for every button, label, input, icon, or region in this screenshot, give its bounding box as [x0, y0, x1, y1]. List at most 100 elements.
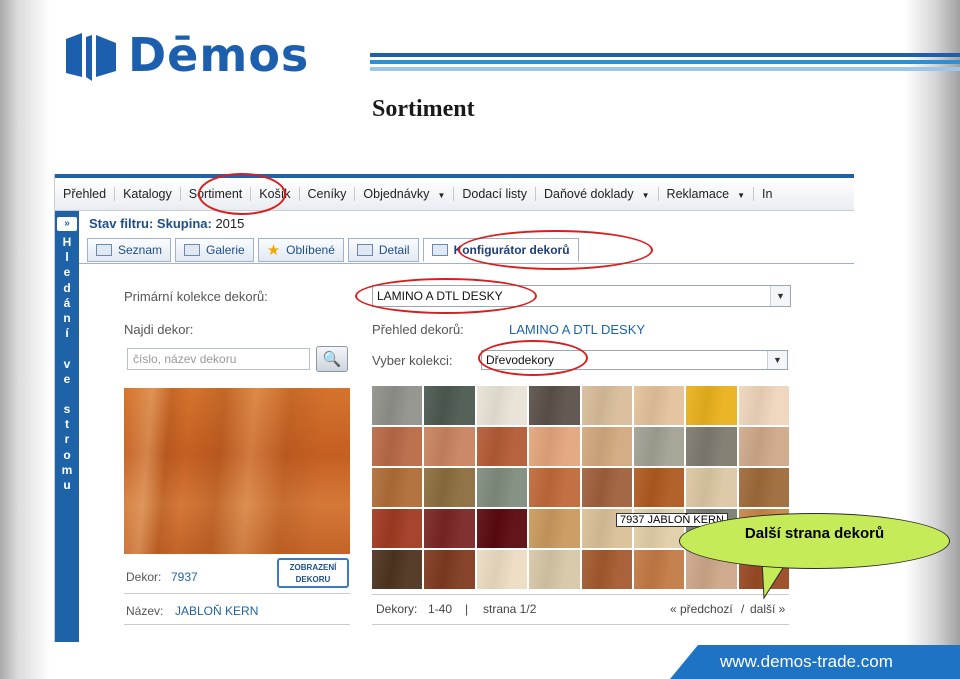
- tab-star[interactable]: ★ Oblíbené: [257, 238, 344, 262]
- decor-swatch[interactable]: [529, 386, 580, 425]
- decor-swatch[interactable]: [529, 468, 580, 507]
- collection-label: Vyber kolekci:: [372, 353, 453, 368]
- sidebar-letter: o: [63, 447, 71, 462]
- decor-swatch[interactable]: [633, 468, 685, 507]
- star-icon: ★: [266, 242, 281, 259]
- sidebar-letter: t: [65, 417, 69, 432]
- decor-swatch[interactable]: [633, 550, 685, 589]
- tab-label: Detail: [378, 243, 410, 257]
- tab-detail[interactable]: Detail: [347, 238, 419, 262]
- decor-swatch[interactable]: [686, 386, 737, 425]
- decor-swatch[interactable]: [424, 468, 475, 507]
- tree-search-sidebar[interactable]: » Hledánívestromu: [55, 211, 79, 642]
- sidebar-letter: H: [62, 235, 72, 249]
- prev-page-link[interactable]: « předchozí: [670, 602, 733, 616]
- slide: Dēmos Sortiment Přehled Katalogy Sortiment…: [0, 0, 960, 679]
- sidebar-letter: á: [63, 295, 71, 310]
- decor-swatch[interactable]: [372, 386, 423, 425]
- pager-separator: |: [465, 602, 469, 616]
- primary-collection-label: Primární kolekce dekorů:: [124, 289, 268, 304]
- tab-list[interactable]: Seznam: [87, 238, 172, 262]
- show-decor-button[interactable]: ZOBRAZENÍ DEKORU: [277, 558, 349, 588]
- nav-item-in[interactable]: In: [754, 187, 780, 201]
- chevron-down-icon[interactable]: ▼: [767, 351, 787, 369]
- decor-swatch[interactable]: [424, 509, 475, 548]
- decor-swatch[interactable]: [372, 468, 423, 507]
- footer-url: www.demos-trade.com: [720, 652, 893, 671]
- decor-swatch[interactable]: [529, 509, 580, 548]
- nav-item-katalogy[interactable]: Katalogy: [115, 187, 181, 201]
- decor-swatch[interactable]: [476, 386, 528, 425]
- decor-swatch[interactable]: [372, 550, 423, 589]
- tab-label: Galerie: [206, 243, 245, 257]
- highlight-collection: [478, 340, 588, 376]
- sidebar-letter: u: [63, 478, 71, 492]
- nav-item-přehled[interactable]: Přehled: [55, 187, 116, 201]
- chevron-down-icon: ▼: [437, 191, 446, 200]
- decor-swatch[interactable]: [424, 427, 475, 466]
- list-icon: [96, 244, 112, 256]
- app-screenshot: Přehled Katalogy Sortiment Košík Ceníky Objed…: [54, 174, 854, 642]
- decor-swatch[interactable]: [529, 550, 580, 589]
- decor-swatch[interactable]: [372, 509, 423, 548]
- search-button[interactable]: 🔍: [316, 346, 348, 372]
- divider: [372, 624, 789, 625]
- decor-swatch[interactable]: [476, 427, 528, 466]
- decor-swatch[interactable]: [738, 386, 789, 425]
- decor-swatch[interactable]: [372, 427, 423, 466]
- detail-icon: [356, 244, 373, 256]
- slide-title: Sortiment: [372, 96, 475, 122]
- nav-item-daňové-doklady[interactable]: Daňové doklady ▼: [536, 187, 659, 201]
- decor-swatch[interactable]: [529, 427, 580, 466]
- nav-item-objednávky[interactable]: Objednávky ▼: [355, 187, 455, 201]
- next-page-link[interactable]: další »: [750, 602, 785, 616]
- overview-value: LAMINO A DTL DESKY: [509, 322, 646, 337]
- nav-item-label: Objednávky: [363, 187, 430, 201]
- sidebar-letter: m: [61, 462, 73, 477]
- sidebar-letter: d: [63, 280, 71, 295]
- callout-bubble: Další strana dekorů: [679, 513, 950, 569]
- decor-swatch[interactable]: [476, 509, 528, 548]
- find-decor-label: Najdi dekor:: [124, 322, 194, 337]
- highlight-sortiment: [198, 173, 286, 215]
- page-indicator: strana 1/2: [483, 602, 537, 616]
- sidebar-letter: r: [64, 432, 70, 447]
- decor-swatch[interactable]: [738, 468, 789, 507]
- nav-item-label: Katalogy: [123, 187, 172, 201]
- decor-swatch[interactable]: [476, 468, 528, 507]
- decor-swatch[interactable]: [686, 468, 737, 507]
- decor-swatch[interactable]: [476, 550, 528, 589]
- decor-search-input[interactable]: číslo, název dekoru: [127, 348, 310, 370]
- decor-swatch[interactable]: [686, 427, 737, 466]
- decor-swatch[interactable]: [581, 468, 632, 507]
- nav-item-dodací-listy[interactable]: Dodací listy: [454, 187, 536, 201]
- search-icon: 🔍: [322, 350, 342, 368]
- sidebar-letter: [55, 341, 79, 356]
- overview-label: Přehled dekorů:: [372, 322, 464, 337]
- tab-gallery[interactable]: Galerie: [175, 238, 254, 262]
- decor-swatch[interactable]: [581, 550, 632, 589]
- expand-sidebar-button[interactable]: »: [57, 217, 77, 231]
- name-value: JABLOŇ KERN: [175, 604, 259, 618]
- decor-swatch[interactable]: [581, 386, 632, 425]
- nav-item-label: Ceníky: [307, 187, 347, 201]
- filter-status: Stav filtru: Skupina: 2015: [89, 216, 244, 231]
- nav-item-ceníky[interactable]: Ceníky: [300, 187, 356, 201]
- configurator-icon: [431, 244, 448, 256]
- nav-item-reklamace[interactable]: Reklamace ▼: [659, 187, 754, 201]
- chevron-down-icon[interactable]: ▼: [770, 286, 790, 306]
- decor-swatch[interactable]: [424, 550, 475, 589]
- decor-swatch[interactable]: [633, 427, 685, 466]
- sidebar-letter: [55, 387, 79, 402]
- decor-swatch[interactable]: [738, 427, 789, 466]
- divider: [372, 594, 789, 595]
- tab-label: Oblíbené: [286, 243, 335, 257]
- decor-swatch[interactable]: [424, 386, 475, 425]
- decor-preview-image: [124, 388, 350, 554]
- divider: [124, 624, 350, 625]
- footer-banner: www.demos-trade.com: [670, 645, 960, 679]
- decor-swatch[interactable]: [581, 427, 632, 466]
- decor-swatch[interactable]: [633, 386, 685, 425]
- sidebar-vertical-label: Hledánívestromu: [55, 235, 79, 493]
- filter-value: 2015: [215, 216, 245, 231]
